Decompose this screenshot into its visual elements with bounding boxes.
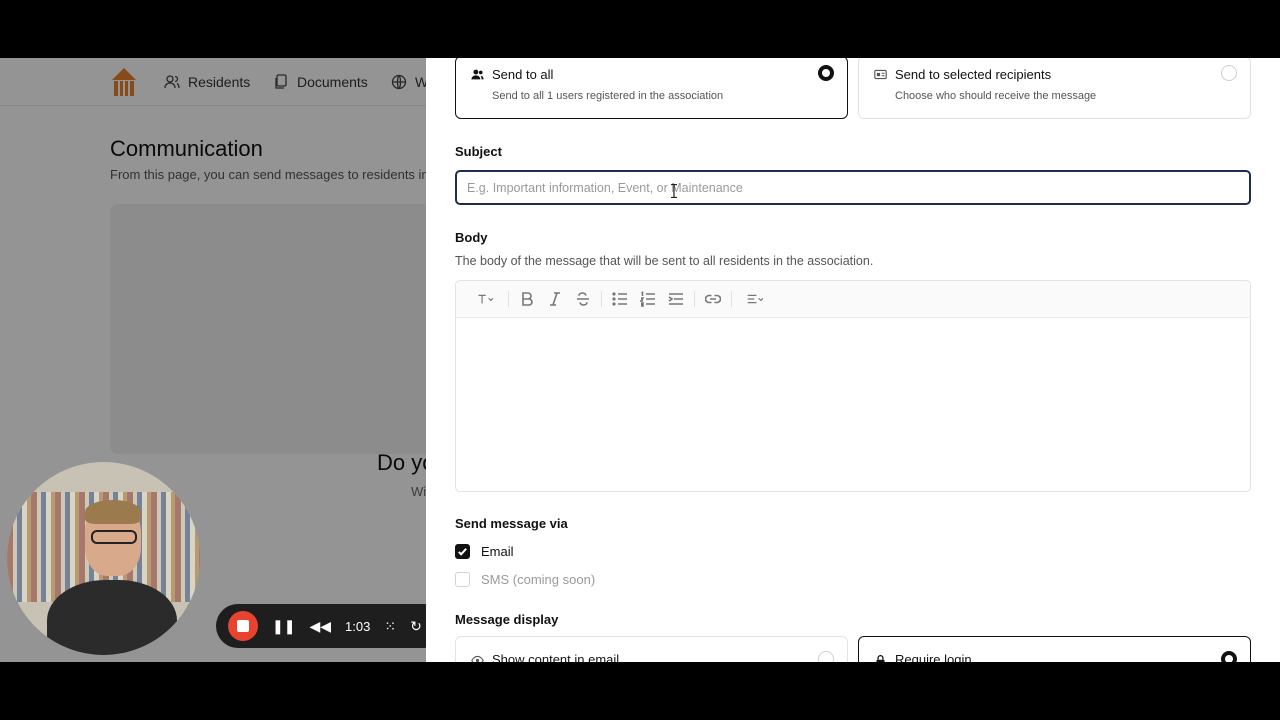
- bullet-list-icon: [612, 292, 627, 306]
- option-description: Send to all 1 users registered in the as…: [492, 90, 724, 102]
- grid-icon[interactable]: ⁙: [384, 618, 396, 635]
- send-to-all-radio[interactable]: [818, 65, 834, 81]
- users-icon: [471, 69, 484, 80]
- stop-recording-button[interactable]: [228, 611, 258, 641]
- indent-button[interactable]: [662, 287, 690, 311]
- email-label: Email: [481, 544, 514, 559]
- bullet-list-button[interactable]: [606, 287, 634, 311]
- text-style-dropdown[interactable]: [466, 287, 504, 311]
- text-cursor-icon: [671, 184, 677, 198]
- eye-icon: [471, 655, 484, 662]
- require-login-radio[interactable]: [1221, 651, 1237, 662]
- screen: Residents Documents W Communication From…: [0, 58, 1280, 662]
- sms-label: SMS (coming soon): [481, 572, 596, 587]
- contact-card-icon: [874, 69, 887, 80]
- person-glasses: [91, 530, 137, 544]
- editor-content-area[interactable]: [456, 318, 1250, 491]
- recording-timer: 1:03: [345, 618, 371, 634]
- body-label: Body: [455, 230, 488, 245]
- subject-label: Subject: [455, 144, 502, 159]
- rewind-icon[interactable]: ◀◀: [309, 618, 331, 635]
- bold-button[interactable]: [513, 287, 541, 311]
- new-message-drawer: Send to all Send to all 1 users register…: [426, 58, 1280, 662]
- stop-icon: [237, 620, 249, 632]
- checkmark-icon: [458, 548, 467, 556]
- email-checkbox-row[interactable]: Email: [455, 544, 514, 559]
- italic-button[interactable]: [541, 287, 569, 311]
- align-dropdown[interactable]: [736, 287, 774, 311]
- send-via-label: Send message via: [455, 516, 568, 531]
- email-checkbox[interactable]: [455, 544, 470, 559]
- show-content-radio[interactable]: [818, 651, 834, 662]
- toolbar-divider: [694, 291, 695, 307]
- send-to-selected-radio[interactable]: [1221, 65, 1237, 81]
- option-title: Send to selected recipients: [895, 67, 1052, 82]
- person-hair: [85, 500, 141, 524]
- link-icon: [705, 294, 721, 304]
- option-description: Choose who should receive the message: [895, 90, 1097, 102]
- link-button[interactable]: [699, 287, 727, 311]
- italic-icon: [550, 292, 560, 306]
- toolbar-divider: [508, 291, 509, 307]
- message-display-label: Message display: [455, 612, 559, 627]
- indent-icon: [668, 293, 683, 305]
- strikethrough-icon: [577, 292, 589, 306]
- body-help-text: The body of the message that will be sen…: [455, 254, 874, 268]
- option-title: Require login: [895, 652, 972, 662]
- require-login-option[interactable]: Require login: [858, 636, 1251, 662]
- bold-icon: [522, 292, 533, 306]
- restart-icon[interactable]: ↻: [410, 618, 422, 635]
- toolbar-divider: [601, 291, 602, 307]
- numbered-list-button[interactable]: [634, 287, 662, 311]
- editor-toolbar: [456, 281, 1250, 318]
- person-body: [47, 580, 177, 655]
- align-left-icon: [747, 294, 763, 304]
- send-to-selected-option[interactable]: Send to selected recipients Choose who s…: [858, 58, 1251, 119]
- text-style-icon: [478, 294, 493, 304]
- recording-controls: ❚❚ ◀◀ 1:03 ⁙ ↻: [216, 604, 446, 648]
- show-content-option[interactable]: Show content in email: [455, 636, 848, 662]
- body-rich-text-editor: [455, 280, 1251, 492]
- numbered-list-icon: [640, 291, 655, 307]
- strikethrough-button[interactable]: [569, 287, 597, 311]
- pause-icon[interactable]: ❚❚: [272, 618, 295, 635]
- webcam-bubble[interactable]: [7, 462, 200, 655]
- lock-icon: [876, 654, 885, 662]
- option-title: Send to all: [492, 67, 554, 82]
- subject-input[interactable]: [455, 170, 1251, 205]
- send-to-all-option[interactable]: Send to all Send to all 1 users register…: [455, 58, 848, 119]
- toolbar-divider: [731, 291, 732, 307]
- option-title: Show content in email: [492, 652, 620, 662]
- sms-checkbox: [455, 572, 470, 587]
- sms-checkbox-row: SMS (coming soon): [455, 572, 595, 587]
